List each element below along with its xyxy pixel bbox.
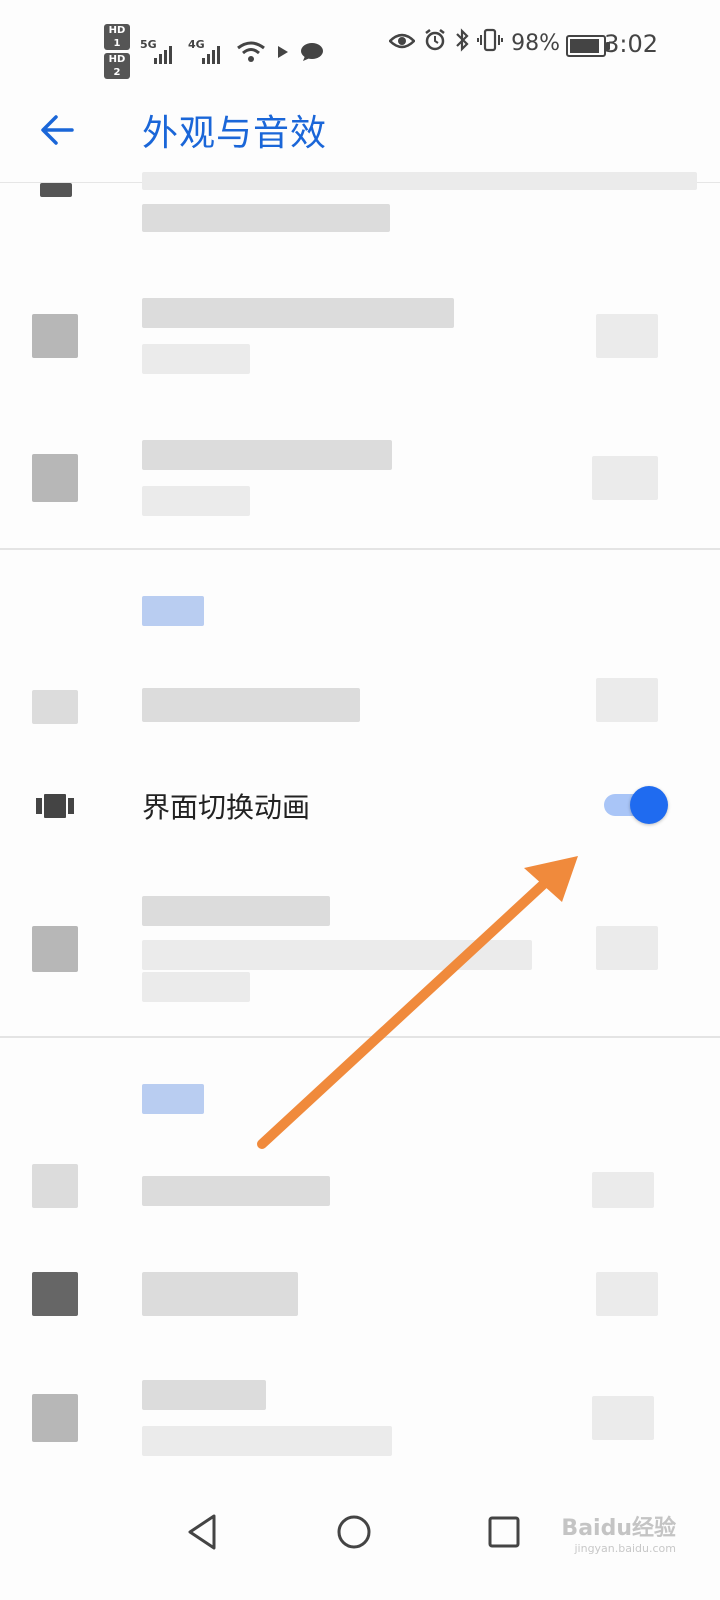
bluetooth-icon	[455, 28, 469, 58]
blurred-icon	[32, 690, 78, 724]
blurred-text	[142, 896, 330, 926]
blurred-control[interactable]	[596, 926, 658, 970]
blurred-icon	[32, 454, 78, 502]
status-right: 98%	[388, 28, 560, 58]
triangle-back-icon	[188, 1514, 216, 1550]
alarm-icon	[423, 28, 447, 58]
blurred-text	[142, 972, 250, 1002]
battery-percent: 98%	[511, 30, 560, 56]
setting-row-transition-animation[interactable]: 界面切换动画	[0, 760, 720, 852]
battery-icon	[566, 35, 610, 57]
back-button[interactable]	[38, 110, 78, 150]
blurred-text	[142, 344, 250, 374]
blurred-text	[142, 1272, 298, 1316]
section-divider	[0, 548, 720, 550]
status-left: HD 1 HD 2 5G 4G	[104, 24, 324, 79]
blurred-text	[142, 204, 390, 232]
blurred-text	[142, 1380, 266, 1410]
signal-5g-icon: 5G	[140, 38, 178, 66]
hd-indicators: HD 1 HD 2	[104, 24, 130, 79]
circle-home-icon	[337, 1515, 371, 1549]
section-divider	[0, 1036, 720, 1038]
blurred-icon	[32, 926, 78, 972]
blurred-control[interactable]	[592, 456, 658, 500]
blurred-control[interactable]	[596, 1272, 658, 1316]
blurred-icon	[40, 183, 72, 197]
battery-fill	[570, 39, 600, 53]
blurred-icon	[32, 1164, 78, 1208]
signal-4g-icon: 4G	[188, 38, 226, 66]
blurred-text	[142, 1426, 392, 1456]
wifi-icon	[236, 40, 266, 64]
transition-animation-toggle[interactable]	[604, 782, 668, 826]
blurred-control[interactable]	[592, 1396, 654, 1440]
blurred-control[interactable]	[592, 1172, 654, 1208]
watermark-brand: Baidu经验	[561, 1516, 676, 1541]
setting-label: 界面切换动画	[142, 791, 311, 824]
hd-sim1-badge: HD 1	[104, 24, 130, 50]
transition-animation-icon	[34, 792, 76, 824]
play-icon	[276, 44, 290, 60]
message-icon	[300, 42, 324, 62]
blurred-text	[142, 440, 392, 470]
eye-comfort-icon	[388, 31, 416, 56]
toggle-knob	[630, 786, 668, 824]
hd-sim2-badge: HD 2	[104, 53, 130, 79]
square-recents-icon	[488, 1516, 520, 1548]
blurred-text	[142, 688, 360, 722]
nav-back-button[interactable]	[182, 1510, 226, 1554]
blurred-text	[142, 172, 697, 190]
navigation-bar: Baidu经验 jingyan.baidu.com	[0, 1480, 720, 1600]
app-bar: 外观与音效	[0, 90, 720, 183]
status-bar: HD 1 HD 2 5G 4G 98% 3:02	[0, 0, 720, 90]
blurred-icon	[32, 314, 78, 358]
blurred-text	[142, 486, 250, 516]
blurred-control[interactable]	[596, 314, 658, 358]
blurred-control[interactable]	[596, 678, 658, 722]
blurred-section-header	[142, 1084, 204, 1114]
blurred-text	[142, 298, 454, 328]
nav-home-button[interactable]	[332, 1510, 376, 1554]
nav-recents-button[interactable]	[482, 1510, 526, 1554]
vibrate-icon	[477, 28, 504, 58]
arrow-left-icon	[41, 115, 74, 145]
blurred-icon	[32, 1394, 78, 1442]
blurred-text	[142, 1176, 330, 1206]
watermark-url: jingyan.baidu.com	[574, 1542, 676, 1555]
blurred-section-header	[142, 596, 204, 626]
blurred-text	[142, 940, 532, 970]
clock: 3:02	[604, 30, 658, 58]
watermark: Baidu经验 jingyan.baidu.com	[561, 1510, 676, 1555]
blurred-icon	[32, 1272, 78, 1316]
page-title: 外观与音效	[142, 113, 328, 154]
